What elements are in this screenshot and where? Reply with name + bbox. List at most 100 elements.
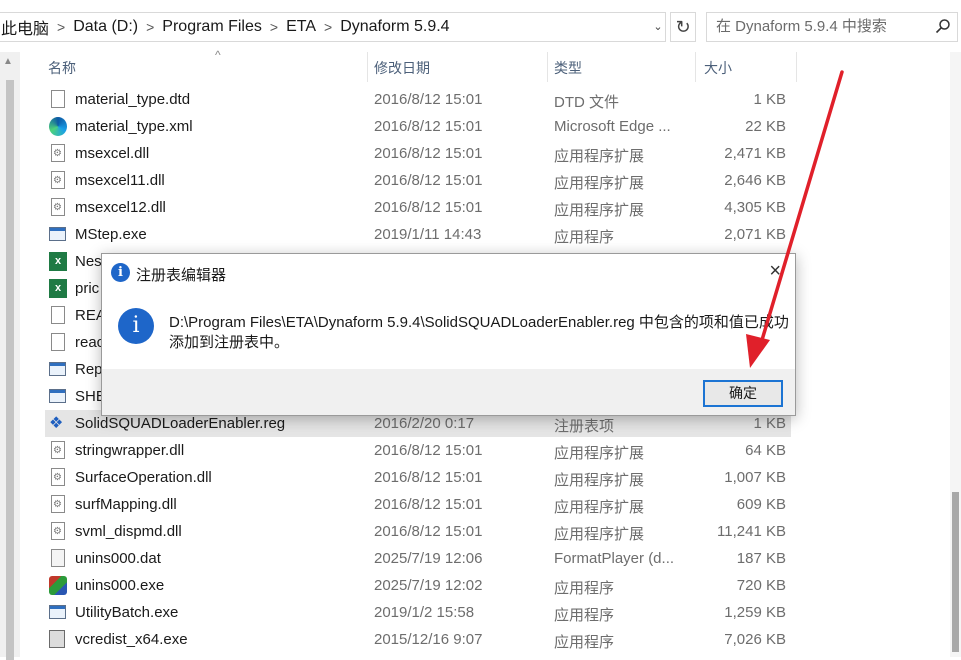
file-size: 1 KB — [753, 415, 786, 432]
dll-icon — [51, 441, 65, 459]
file-size: 22 KB — [745, 118, 786, 135]
breadcrumb-chevron-icon[interactable]: > — [320, 19, 336, 35]
file-name: Nes — [75, 253, 102, 270]
dll-icon — [51, 522, 65, 540]
file-size: 4,305 KB — [724, 199, 786, 216]
file-date: 2016/2/20 0:17 — [374, 415, 475, 432]
file-row[interactable]: surfMapping.dll 2016/8/12 15:01 应用程序扩展 609 … — [45, 491, 791, 518]
address-bar[interactable]: 此电脑 > Data (D:) > Program Files > ETA > Dynaform… — [0, 12, 666, 42]
file-name: stringwrapper.dll — [75, 442, 185, 459]
file-type: FormatPlayer (d... — [554, 550, 675, 567]
file-name: SolidSQUADLoaderEnabler.reg — [75, 415, 286, 432]
document-icon — [51, 90, 65, 108]
file-date: 2025/7/19 12:06 — [374, 550, 483, 567]
column-divider[interactable] — [547, 52, 548, 82]
vcredist-icon — [49, 630, 65, 648]
registry-editor-dialog: i 注册表编辑器 × i D:\Program Files\ETA\Dynafo… — [101, 253, 796, 416]
exe-icon — [49, 227, 66, 241]
refresh-icon: ↻ — [675, 17, 691, 37]
column-header-size[interactable]: 大小 — [704, 58, 732, 78]
file-name: svml_dispmd.dll — [75, 523, 182, 540]
file-row[interactable]: material_type.xml 2016/8/12 15:01 Microsof… — [45, 113, 791, 140]
excel-icon: x — [49, 279, 67, 298]
file-date: 2019/1/11 14:43 — [374, 226, 482, 243]
file-row[interactable]: msexcel.dll 2016/8/12 15:01 应用程序扩展 2,471 KB — [45, 140, 791, 167]
file-list-scrollbar[interactable] — [950, 52, 961, 657]
breadcrumb-chevron-icon[interactable]: > — [142, 19, 158, 35]
scrollbar-thumb[interactable] — [6, 80, 14, 660]
registry-icon: ❖ — [49, 415, 64, 432]
search-icon — [935, 19, 950, 34]
file-row[interactable]: stringwrapper.dll 2016/8/12 15:01 应用程序扩展 64… — [45, 437, 791, 464]
file-size: 2,471 KB — [724, 145, 786, 162]
refresh-button[interactable]: ↻ — [670, 12, 696, 42]
column-header-type[interactable]: 类型 — [554, 58, 582, 78]
dll-icon — [51, 198, 65, 216]
address-toolbar: 此电脑 > Data (D:) > Program Files > ETA > Dynaform… — [0, 0, 961, 52]
file-date: 2016/8/12 15:01 — [374, 91, 483, 108]
file-row[interactable]: svml_dispmd.dll 2016/8/12 15:01 应用程序扩展 11,2… — [45, 518, 791, 545]
file-row[interactable]: MStep.exe 2019/1/11 14:43 应用程序 2,071 KB — [45, 221, 791, 248]
close-button[interactable]: × — [769, 259, 781, 283]
file-row[interactable]: material_type.dtd 2016/8/12 15:01 DTD 文件 1 … — [45, 86, 791, 113]
file-type: 应用程序扩展 — [554, 148, 645, 165]
file-size: 609 KB — [736, 496, 786, 513]
dll-icon — [51, 171, 65, 189]
file-date: 2016/8/12 15:01 — [374, 118, 483, 135]
file-date: 2016/8/12 15:01 — [374, 496, 483, 513]
breadcrumb-chevron-icon[interactable]: > — [266, 19, 282, 35]
navigation-pane-scrollbar[interactable]: ▲ — [0, 52, 20, 660]
file-row[interactable]: msexcel11.dll 2016/8/12 15:01 应用程序扩展 2,646 … — [45, 167, 791, 194]
breadcrumb-item[interactable]: Dynaform 5.9.4 — [336, 18, 453, 36]
exe-icon — [49, 605, 66, 619]
file-size: 187 KB — [736, 550, 786, 567]
scrollbar-thumb[interactable] — [952, 492, 959, 652]
file-type: DTD 文件 — [554, 94, 619, 111]
file-name: reac — [75, 334, 105, 351]
file-type: 应用程序 — [554, 607, 615, 624]
column-header-date[interactable]: 修改日期 — [374, 58, 430, 78]
column-header-name[interactable]: 名称 — [48, 58, 76, 78]
file-size: 1 KB — [753, 91, 786, 108]
file-date: 2016/8/12 15:01 — [374, 523, 483, 540]
file-size: 7,026 KB — [724, 631, 786, 648]
file-row[interactable]: unins000.dat 2025/7/19 12:06 FormatPlayer … — [45, 545, 791, 572]
file-type: 应用程序扩展 — [554, 445, 645, 462]
column-divider[interactable] — [367, 52, 368, 82]
exe-icon — [49, 389, 66, 403]
breadcrumb-item[interactable]: 此电脑 — [0, 15, 53, 39]
dll-icon — [51, 468, 65, 486]
file-row[interactable]: msexcel12.dll 2016/8/12 15:01 应用程序扩展 4,305 … — [45, 194, 791, 221]
file-name: vcredist_x64.exe — [75, 631, 188, 648]
breadcrumb-item[interactable]: ETA — [282, 18, 320, 36]
file-name: unins000.exe — [75, 577, 165, 594]
file-type: 应用程序扩展 — [554, 472, 645, 489]
breadcrumb-chevron-icon[interactable]: > — [53, 19, 69, 35]
column-divider[interactable] — [695, 52, 696, 82]
document-icon — [51, 306, 65, 324]
file-name: Rep — [75, 361, 103, 378]
document-icon — [51, 333, 65, 351]
file-date: 2019/1/2 15:58 — [374, 604, 475, 621]
file-size: 1,259 KB — [724, 604, 786, 621]
file-row[interactable]: vcredist_x64.exe 2015/12/16 9:07 应用程序 7,026… — [45, 626, 791, 653]
file-name: pric — [75, 280, 100, 297]
file-size: 11,241 KB — [717, 523, 786, 540]
column-headers: ^ 名称 修改日期 类型 大小 — [20, 48, 950, 82]
breadcrumb-item[interactable]: Program Files — [158, 18, 266, 36]
breadcrumb-item[interactable]: Data (D:) — [69, 18, 142, 36]
file-row[interactable]: UtilityBatch.exe 2019/1/2 15:58 应用程序 1,259 … — [45, 599, 791, 626]
file-size: 2,646 KB — [724, 172, 786, 189]
file-row[interactable]: SurfaceOperation.dll 2016/8/12 15:01 应用程序扩… — [45, 464, 791, 491]
sort-ascending-icon: ^ — [215, 48, 221, 62]
file-type: 应用程序扩展 — [554, 499, 645, 516]
search-input[interactable]: 在 Dynaform 5.9.4 中搜索 — [706, 12, 958, 42]
dat-icon — [51, 549, 65, 567]
file-row[interactable]: unins000.exe 2025/7/19 12:02 应用程序 720 KB — [45, 572, 791, 599]
file-date: 2016/8/12 15:01 — [374, 199, 483, 216]
column-divider[interactable] — [796, 52, 797, 82]
scroll-up-icon[interactable]: ▲ — [3, 56, 13, 67]
file-date: 2016/8/12 15:01 — [374, 469, 483, 486]
ok-button[interactable]: 确定 — [703, 380, 783, 407]
address-dropdown-icon[interactable]: ⌄ — [650, 18, 666, 36]
